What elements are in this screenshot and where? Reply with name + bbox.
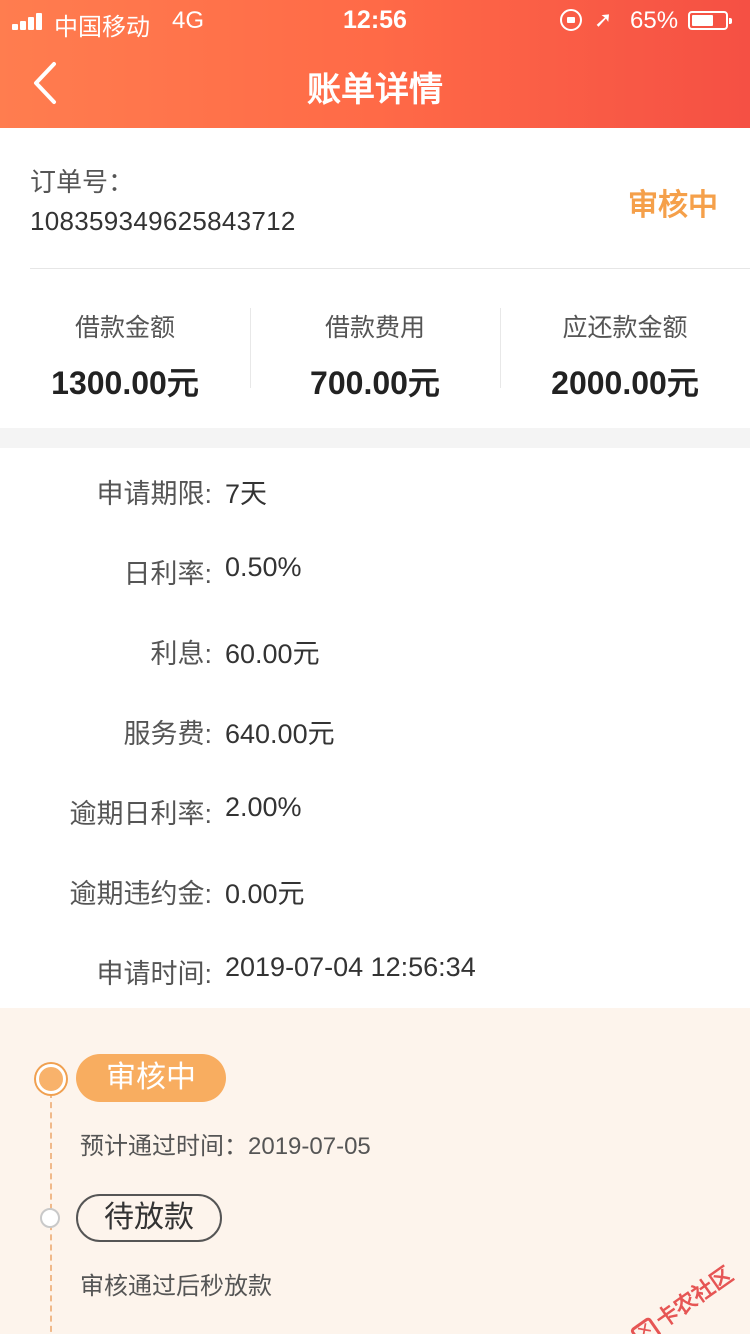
detail-row-overdue-rate: 逾期日利率: 2.00% [0,792,750,832]
detail-value: 2.00% [225,792,302,822]
battery-icon [688,11,732,30]
detail-value: 2019-07-04 12:56:34 [225,952,476,982]
detail-label: 逾期违约金: [69,879,212,909]
status-bar: 中国移动 4G 12:56 ➚ 65% [0,0,750,41]
progress-timeline: 审核中 预计通过时间：2019-07-05 待放款 审核通过后秒放款 卡农社区 [0,1008,750,1334]
detail-row-daily-rate: 日利率: 0.50% [0,552,750,592]
order-number: 108359349625843712 [30,206,296,236]
detail-label: 日利率: [123,559,212,589]
step-reviewing-desc: 预计通过时间：2019-07-05 [80,1133,371,1160]
header: 中国移动 4G 12:56 ➚ 65% 账单详情 [0,0,750,128]
detail-label: 利息: [150,639,212,669]
detail-row-apply-time: 申请时间: 2019-07-04 12:56:34 [0,952,750,992]
amount-summary: 借款金额 1300.00元 借款费用 700.00元 应还款金额 2000.00… [0,308,750,401]
amount-value: 1300.00元 [51,365,199,401]
location-arrow-icon: ➚ [594,7,613,32]
detail-label: 服务费: [123,719,212,749]
divider [30,268,750,269]
step-pending-desc: 审核通过后秒放款 [80,1273,272,1300]
watermark-logo: 卡农社区 [625,1258,738,1334]
order-status-badge: 审核中 [628,189,718,222]
amount-label: 借款费用 [324,314,425,342]
detail-label: 申请期限: [96,479,212,509]
page-title: 账单详情 [307,71,443,109]
loan-details: 申请期限: 7天 日利率: 0.50% 利息: 60.00元 服务费: 640.… [0,448,750,1008]
detail-value: 0.50% [225,552,302,582]
order-number-label: 订单号： [30,167,135,197]
detail-label: 申请时间: [96,959,212,989]
loan-fee: 借款费用 700.00元 [250,308,500,401]
step-pending-badge: 待放款 [76,1194,222,1242]
detail-row-overdue-penalty: 逾期违约金: 0.00元 [0,872,750,912]
rotation-lock-icon [560,9,582,31]
detail-value: 0.00元 [225,879,305,909]
step-dot-active-icon [36,1064,66,1094]
amount-label: 应还款金额 [562,314,688,342]
loan-amount: 借款金额 1300.00元 [0,308,250,401]
detail-value: 60.00元 [225,639,320,669]
repayment-amount: 应还款金额 2000.00元 [500,308,750,401]
detail-value: 7天 [225,479,268,509]
amount-value: 700.00元 [310,365,440,401]
detail-value: 640.00元 [225,719,335,749]
detail-label: 逾期日利率: [69,799,212,829]
step-reviewing-badge: 审核中 [76,1054,226,1102]
amount-label: 借款金额 [74,314,175,342]
detail-row-interest: 利息: 60.00元 [0,632,750,672]
amount-value: 2000.00元 [551,365,699,401]
detail-row-service-fee: 服务费: 640.00元 [0,712,750,752]
order-card: 订单号： 108359349625843712 审核中 借款金额 1300.00… [0,128,750,428]
detail-row-term: 申请期限: 7天 [0,472,750,512]
battery-percent: 65% [630,7,679,34]
step-dot-icon [40,1208,60,1228]
watermark-text: 卡农社区 [651,1261,738,1333]
